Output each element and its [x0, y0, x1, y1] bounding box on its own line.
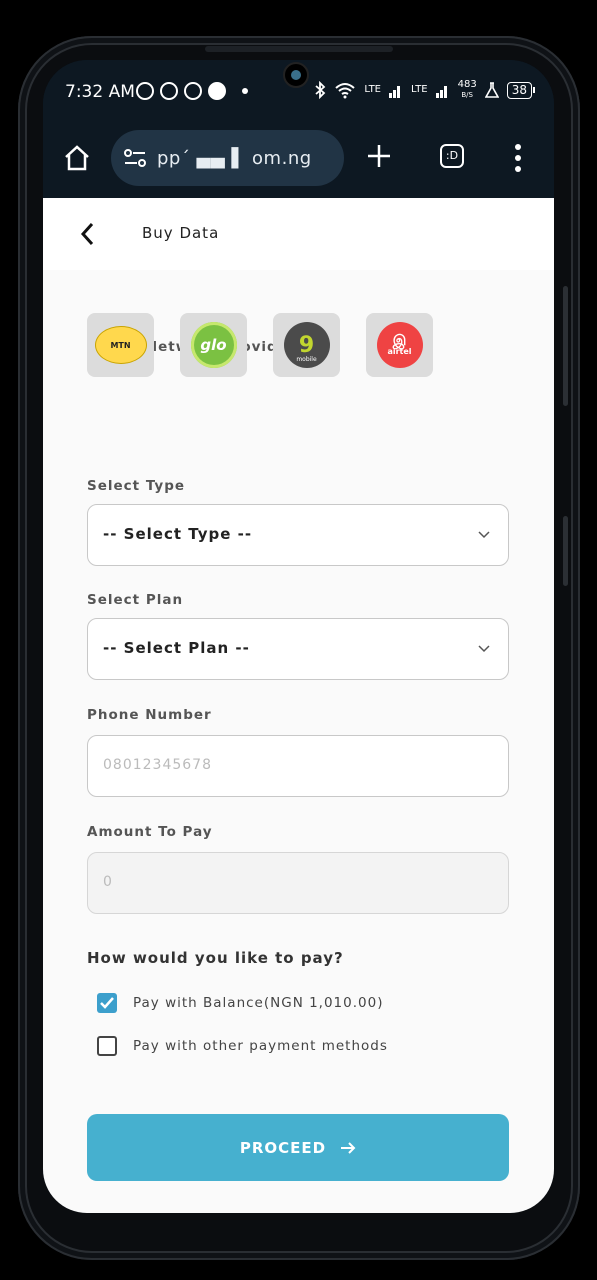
- status-time: 7:32 AM: [65, 82, 135, 102]
- airtel-swirl-icon: இ: [392, 332, 407, 349]
- pay-with-other-label: Pay with other payment methods: [133, 1038, 388, 1054]
- proceed-button[interactable]: PROCEED: [87, 1114, 509, 1181]
- signal-icon: [389, 86, 400, 98]
- earpiece-speaker: [205, 46, 393, 52]
- checkbox-checked[interactable]: [97, 993, 117, 1013]
- site-settings-icon[interactable]: [123, 148, 147, 168]
- proceed-label: PROCEED: [239, 1138, 327, 1157]
- signal-icon: [435, 86, 447, 98]
- phone-number-label: Phone Number: [87, 707, 212, 723]
- glo-logo: glo: [190, 322, 237, 368]
- signal-lte-1: LTE: [364, 84, 381, 95]
- pay-with-balance-label: Pay with Balance(NGN 1,010.00): [133, 995, 384, 1011]
- chevron-down-icon: [478, 531, 490, 539]
- pay-with-other-option[interactable]: Pay with other payment methods: [97, 1036, 388, 1056]
- whatsapp-icon: [184, 82, 202, 100]
- whatsapp-icon: [136, 82, 154, 100]
- 9mobile-logo-number: 9: [298, 332, 315, 358]
- 9mobile-logo: 9 mobile: [283, 322, 330, 368]
- power-button: [563, 516, 568, 586]
- back-arrow-icon[interactable]: [79, 222, 97, 246]
- url-text[interactable]: pp´ ▄▄ ▌ om.ng: [157, 148, 312, 169]
- data-speed: 483 B/S: [458, 80, 477, 100]
- volume-button: [563, 286, 568, 406]
- speed-unit: B/S: [461, 91, 473, 99]
- chevron-down-icon: [478, 645, 490, 653]
- mtn-logo: MTN: [94, 326, 147, 364]
- messenger-icon: [208, 82, 226, 100]
- home-icon[interactable]: [63, 144, 91, 172]
- address-bar[interactable]: pp´ ▄▄ ▌ om.ng: [111, 130, 344, 186]
- provider-glo[interactable]: glo: [180, 313, 247, 377]
- checkbox-unchecked[interactable]: [97, 1036, 117, 1056]
- amount-label: Amount To Pay: [87, 824, 213, 840]
- select-type-dropdown[interactable]: -- Select Type --: [87, 504, 509, 566]
- flask-icon: [484, 82, 499, 98]
- select-plan-label: Select Plan: [87, 592, 184, 608]
- select-type-value: -- Select Type --: [103, 525, 253, 543]
- status-bar: 7:32 AM LTE LTE 483 B/S 38: [43, 60, 554, 124]
- 9mobile-logo-sub: mobile: [296, 356, 317, 363]
- page-title: Buy Data: [142, 224, 220, 242]
- front-camera: [283, 62, 309, 88]
- buy-data-page: Buy Data Select Network Provider MTN glo…: [43, 198, 554, 1213]
- provider-9mobile[interactable]: 9 mobile: [273, 313, 340, 377]
- pay-with-balance-option[interactable]: Pay with Balance(NGN 1,010.00): [97, 993, 383, 1013]
- wifi-icon: [335, 83, 356, 99]
- payment-method-question: How would you like to pay?: [87, 949, 344, 967]
- signal-lte-2: LTE: [411, 84, 428, 95]
- amount-value: 0: [103, 874, 113, 890]
- network-provider-list: MTN glo 9 mobile இ airtel: [87, 313, 433, 377]
- bluetooth-icon: [315, 81, 326, 99]
- system-icons: LTE LTE 483 B/S 38: [314, 80, 536, 100]
- speed-value: 483: [457, 79, 477, 90]
- more-menu-icon[interactable]: [515, 144, 521, 172]
- provider-airtel[interactable]: இ airtel: [366, 313, 433, 377]
- phone-number-input[interactable]: 08012345678: [87, 735, 509, 797]
- battery-indicator: 38: [506, 81, 536, 99]
- select-type-label: Select Type: [87, 478, 186, 494]
- screen: 7:32 AM LTE LTE 483 B/S 38 pp´ ▄▄ ▌ om.ng: [43, 60, 554, 1213]
- amount-input: 0: [87, 852, 509, 914]
- phone-number-placeholder: 08012345678: [103, 757, 212, 773]
- airtel-logo-text: airtel: [387, 346, 412, 356]
- arrow-right-icon: [341, 1141, 356, 1154]
- new-tab-icon[interactable]: [367, 144, 391, 168]
- page-header: Buy Data: [43, 198, 554, 270]
- airtel-logo: இ airtel: [376, 322, 423, 368]
- browser-toolbar: pp´ ▄▄ ▌ om.ng :D: [43, 124, 554, 198]
- provider-mtn[interactable]: MTN: [87, 313, 154, 377]
- select-plan-value: -- Select Plan --: [103, 639, 250, 657]
- notification-icons: [136, 82, 248, 100]
- whatsapp-icon: [160, 82, 178, 100]
- tab-switcher-icon[interactable]: :D: [440, 144, 464, 168]
- select-plan-dropdown[interactable]: -- Select Plan --: [87, 618, 509, 680]
- more-notifications-dot: [242, 88, 248, 94]
